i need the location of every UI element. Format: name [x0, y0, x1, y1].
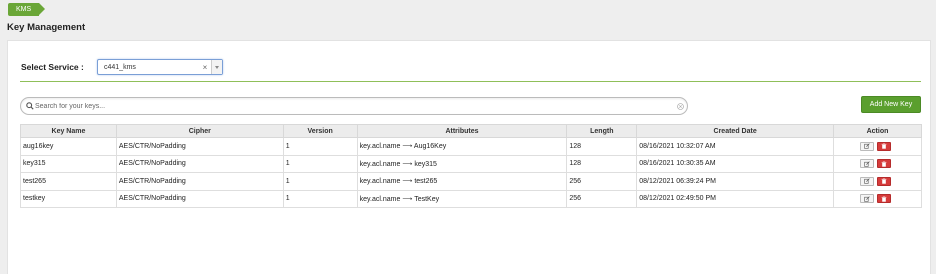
edit-icon [864, 178, 870, 184]
search-bar[interactable] [20, 97, 688, 115]
version-cell: 1 [282, 189, 358, 208]
cipher-cell: AES/CTR/NoPadding [115, 137, 284, 156]
column-header-version[interactable]: Version [282, 124, 358, 138]
cipher-cell: AES/CTR/NoPadding [115, 189, 284, 208]
trash-icon [881, 143, 887, 149]
delete-key-button[interactable] [877, 194, 891, 204]
table-row: testkey AES/CTR/NoPadding 1 key.acl.name… [20, 189, 922, 208]
created-date-cell: 08/12/2021 02:49:50 PM [636, 189, 834, 208]
created-date-cell: 08/16/2021 10:32:07 AM [636, 137, 834, 156]
edit-icon [864, 143, 870, 149]
edit-key-button[interactable] [860, 141, 874, 151]
length-cell: 128 [566, 137, 638, 156]
service-select[interactable]: c441_kms × [97, 59, 223, 75]
service-select-value: c441_kms [104, 63, 136, 71]
table-row: test265 AES/CTR/NoPadding 1 key.acl.name… [20, 172, 922, 191]
table-row: key315 AES/CTR/NoPadding 1 key.acl.name … [20, 154, 922, 173]
key-name-cell[interactable]: key315 [20, 154, 117, 173]
delete-key-button[interactable] [877, 159, 891, 169]
edit-key-button[interactable] [860, 194, 874, 204]
trash-icon [881, 161, 887, 167]
service-selector-row: Select Service : c441_kms × [21, 59, 223, 75]
arrow-icon: ⟶ [402, 178, 413, 186]
attribute-value: TestKey [414, 195, 440, 203]
action-cell [833, 154, 922, 173]
key-name-cell[interactable]: testkey [20, 189, 117, 208]
cipher-cell: AES/CTR/NoPadding [115, 154, 284, 173]
attributes-cell: key.acl.name ⟶ test265 [356, 172, 568, 191]
section-divider [20, 81, 921, 82]
keys-table: Key Name Cipher Version Attributes Lengt… [20, 124, 922, 208]
version-cell: 1 [282, 154, 358, 173]
attribute-key: key.acl.name [359, 195, 401, 203]
edit-key-button[interactable] [860, 176, 874, 186]
version-cell: 1 [282, 137, 358, 156]
arrow-icon: ⟶ [402, 160, 413, 168]
action-cell [833, 189, 922, 208]
column-header-created-date[interactable]: Created Date [636, 124, 834, 138]
attributes-cell: key.acl.name ⟶ TestKey [356, 189, 568, 208]
attribute-value: test265 [414, 178, 438, 186]
attributes-cell: key.acl.name ⟶ key315 [356, 154, 568, 173]
attributes-cell: key.acl.name ⟶ Aug16Key [356, 137, 568, 156]
action-cell [833, 137, 922, 156]
table-header-row: Key Name Cipher Version Attributes Lengt… [20, 124, 922, 138]
table-row: aug16key AES/CTR/NoPadding 1 key.acl.nam… [20, 137, 922, 156]
cipher-cell: AES/CTR/NoPadding [115, 172, 284, 191]
main-panel: Select Service : c441_kms × Add New Key … [7, 40, 931, 274]
trash-icon [881, 178, 887, 184]
length-cell: 128 [566, 154, 638, 173]
breadcrumb: KMS [8, 3, 46, 16]
column-header-cipher[interactable]: Cipher [115, 124, 284, 138]
clear-selection-icon[interactable]: × [199, 63, 211, 72]
attribute-value: key315 [414, 160, 437, 168]
clear-search-icon[interactable] [673, 102, 687, 110]
edit-icon [864, 161, 870, 167]
column-header-action: Action [833, 124, 922, 138]
trash-icon [881, 196, 887, 202]
add-new-key-button[interactable]: Add New Key [861, 96, 921, 113]
length-cell: 256 [566, 172, 638, 191]
column-header-length[interactable]: Length [566, 124, 638, 138]
attribute-key: key.acl.name [359, 160, 401, 168]
delete-key-button[interactable] [877, 176, 891, 186]
breadcrumb-item-kms[interactable]: KMS [8, 3, 46, 16]
created-date-cell: 08/16/2021 10:30:35 AM [636, 154, 834, 173]
attribute-value: Aug16Key [413, 143, 447, 151]
length-cell: 256 [566, 189, 638, 208]
edit-key-button[interactable] [860, 159, 874, 169]
created-date-cell: 08/12/2021 06:39:24 PM [636, 172, 834, 191]
arrow-icon: ⟶ [402, 143, 413, 151]
page-title: Key Management [7, 22, 86, 33]
chevron-down-icon[interactable] [211, 60, 222, 74]
search-icon [21, 102, 35, 110]
attribute-key: key.acl.name [359, 178, 401, 186]
key-name-cell[interactable]: test265 [20, 172, 117, 191]
edit-icon [864, 196, 870, 202]
arrow-icon: ⟶ [402, 195, 413, 203]
action-cell [833, 172, 922, 191]
delete-key-button[interactable] [877, 141, 891, 151]
column-header-key-name[interactable]: Key Name [20, 124, 117, 138]
attribute-key: key.acl.name [359, 143, 401, 151]
service-label: Select Service : [21, 62, 84, 72]
version-cell: 1 [282, 172, 358, 191]
key-name-cell[interactable]: aug16key [20, 137, 117, 156]
column-header-attributes[interactable]: Attributes [356, 124, 568, 138]
search-input[interactable] [35, 102, 673, 110]
